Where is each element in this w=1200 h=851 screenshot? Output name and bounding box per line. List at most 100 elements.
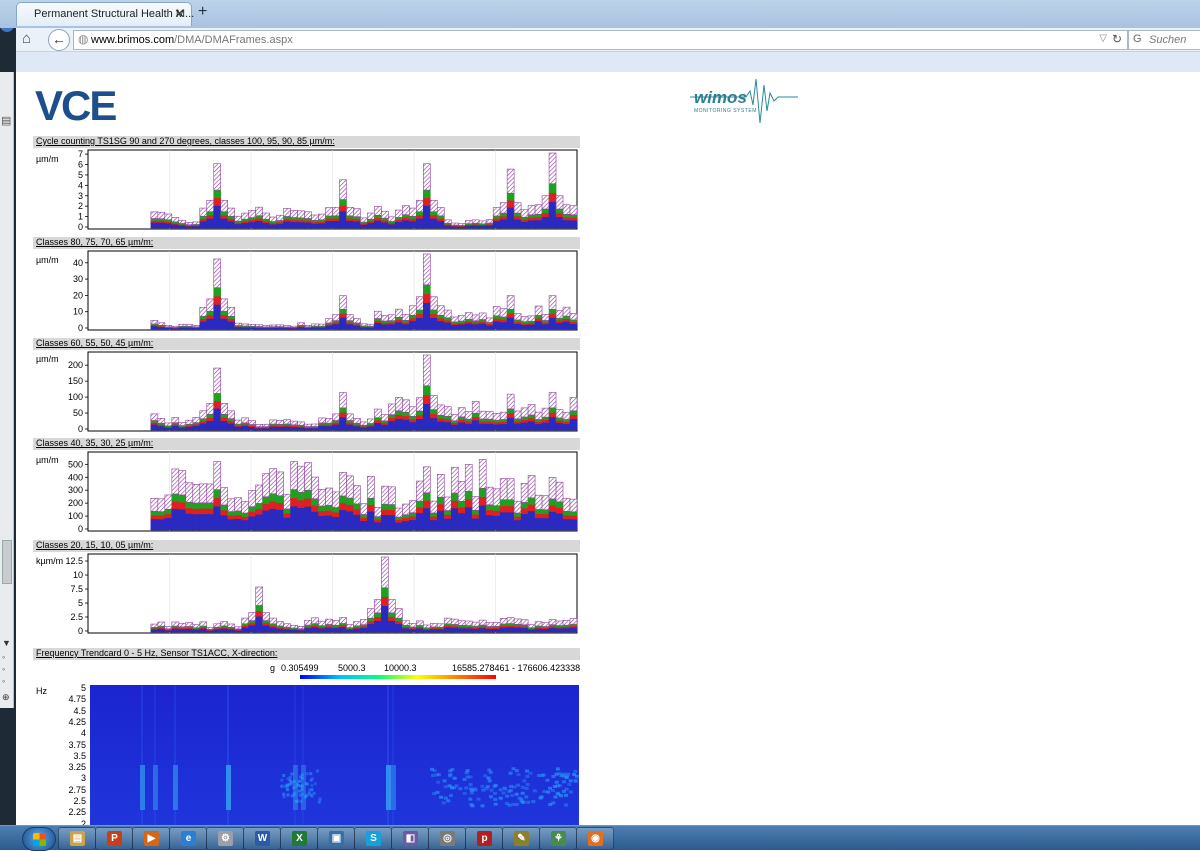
bar-segment [570,627,577,632]
bar-segment [556,513,563,530]
bar-segment [381,324,388,329]
taskbar-word-button[interactable]: W [243,827,281,850]
new-tab-icon[interactable]: + [198,3,207,21]
sidebar-scroll-thumb[interactable] [2,540,12,584]
address-bar[interactable]: ◍ www.brimos.com/DMA/DMAFrames.aspx ▽ ↻ [73,30,1128,50]
taskbar-settings-button[interactable]: ⚙ [206,827,244,850]
bar-segment [521,628,528,632]
bar-segment [563,498,570,511]
bar-segment [549,499,556,505]
bar-segment [521,217,528,219]
bar-segment [444,318,451,320]
bar-segment [214,498,221,506]
bar-segment [374,507,381,516]
bar-segment [249,490,256,506]
spectrogram-cell [477,798,481,801]
colorbar-legend: g 0.305499 5000.3 10000.3 16585.278461 -… [270,661,590,681]
spectrogram-cell [453,777,457,780]
bar-segment [291,222,298,228]
bar-segment [339,296,346,310]
bar-segment [298,327,305,329]
bar-segment [535,622,542,626]
zoom-in-icon[interactable]: ⊕ [2,692,10,703]
spectrogram-cell [503,786,507,789]
bar-segment [291,498,298,506]
bar-segment [388,505,395,510]
scroll-down-icon[interactable]: ▼ [2,638,11,648]
bar-segment [500,219,507,228]
bar-segment [563,422,570,424]
spectrogram-streak [392,685,394,827]
bar-segment [409,216,416,218]
start-button[interactable] [22,827,56,851]
bar-segment [479,459,486,488]
bar-segment [423,500,430,508]
bar-segment [346,511,353,530]
taskbar-internet-explorer-button[interactable]: e [169,827,207,850]
bar-segment [423,303,430,329]
bar-segment [535,205,542,215]
taskbar-firefox-button[interactable]: ◉ [576,827,614,850]
taskbar-media-player-button[interactable]: ▶ [132,827,170,850]
bar-segment [339,618,346,624]
search-input[interactable]: G Suchen [1128,30,1200,50]
bar-segment [374,206,381,215]
bar-segment [242,513,249,516]
bar-segment [249,421,256,425]
taskbar-app-button[interactable]: ◧ [391,827,429,850]
bar-segment [339,211,346,228]
tab-active[interactable]: Permanent Structural Health M... ✕ [16,2,192,26]
bar-segment [437,474,444,497]
bar-segment [312,223,319,228]
sidebar-scrollbar[interactable]: ▤ ▼ ◦ ◦ ◦ ⊕ [0,72,14,708]
taskbar-network-button[interactable]: ⚘ [539,827,577,850]
bar-segment [493,622,500,626]
bar-segment [221,315,228,319]
bar-segment [507,200,514,207]
bar-segment [353,509,360,514]
bar-segment [563,515,570,519]
bar-segment [458,501,465,507]
taskbar-powerpoint-button[interactable]: P [95,827,133,850]
spectrogram-cell [521,792,525,795]
bar-segment [374,517,381,520]
close-tab-icon[interactable]: ✕ [174,6,185,22]
bar-segment [228,321,235,329]
bar-segment [312,511,319,530]
bar-segment [242,627,249,632]
bar-segment [402,518,409,521]
taskbar-pdf-button[interactable]: p [465,827,503,850]
taskbar-remote-desktop-button[interactable]: ▣ [317,827,355,850]
bar-segment [346,414,353,421]
taskbar-skype-button[interactable]: S [354,827,392,850]
bar-segment [367,621,374,624]
bar-segment [500,479,507,500]
nav-home-icon[interactable]: ◦ [2,664,5,674]
bar-segment [535,495,542,509]
taskbar-tool-button[interactable]: ✎ [502,827,540,850]
nav-down-icon[interactable]: ◦ [2,676,5,686]
taskbar-media-button[interactable]: ◎ [428,827,466,850]
bar-segment [479,323,486,329]
back-button[interactable]: ← [48,29,70,51]
taskbar-excel-button[interactable]: X [280,827,318,850]
spectrogram-cell [284,785,287,788]
home-icon[interactable]: ⌂ [22,30,31,47]
bar-segment [346,629,353,632]
bar-segment [200,622,207,626]
reload-icon[interactable]: ↻ [1112,32,1122,46]
bar-segment [221,510,228,515]
bar-segment [395,517,402,520]
bar-segment [528,206,535,215]
bar-segment [158,327,165,329]
bar-segment [472,402,479,414]
history-dropdown-icon[interactable]: ▽ [1099,33,1107,44]
bar-segment [409,513,416,517]
taskbar-explorer-button[interactable]: ▤ [58,827,96,850]
network-icon: ⚘ [551,831,566,846]
nav-up-icon[interactable]: ◦ [2,652,5,662]
bar-segment [542,314,549,320]
bar-segment [423,404,430,430]
bar-segment [416,621,423,626]
document-icon[interactable]: ▤ [1,114,11,127]
